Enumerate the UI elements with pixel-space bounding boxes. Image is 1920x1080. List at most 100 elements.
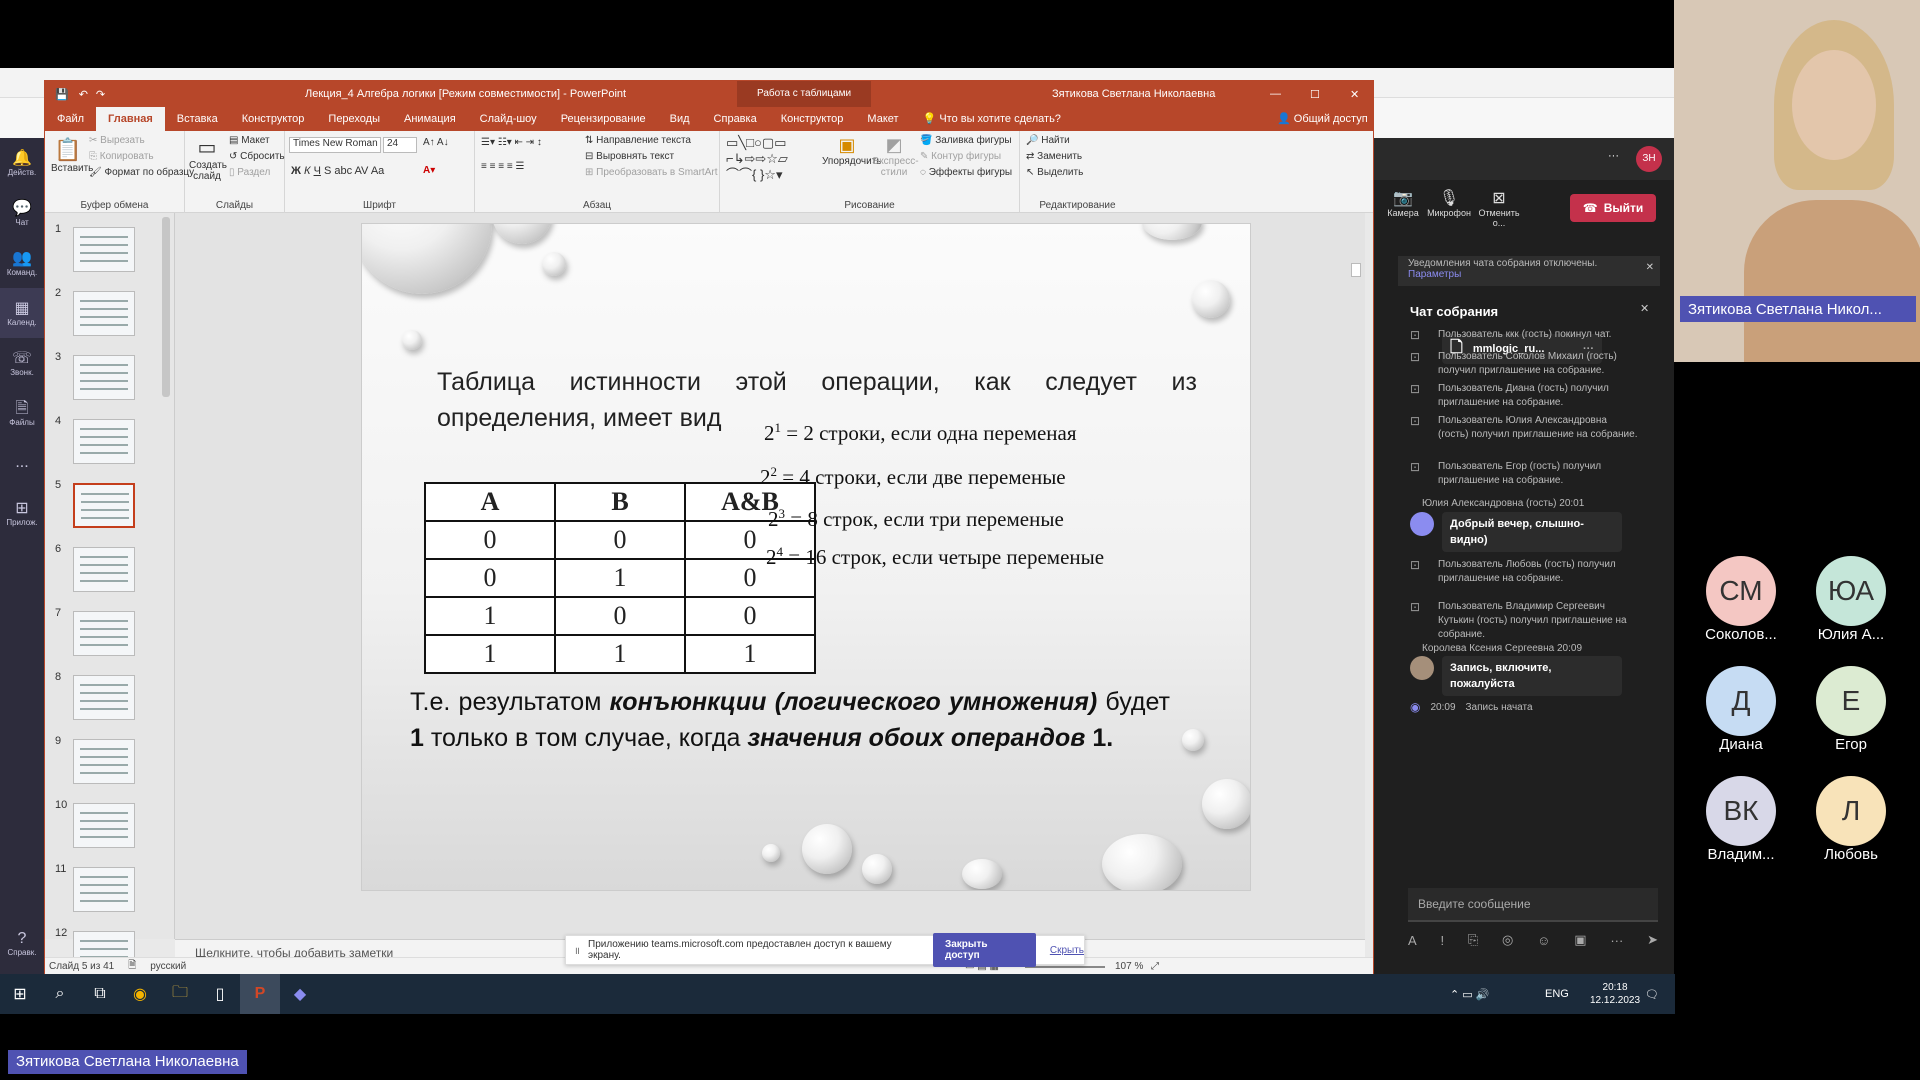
tab-home[interactable]: Главная: [96, 107, 165, 131]
redo-icon[interactable]: ↷: [96, 88, 105, 101]
more-options-icon[interactable]: ···: [1608, 150, 1619, 162]
participant-tile[interactable]: Д Диана: [1686, 666, 1796, 753]
tab-table-layout[interactable]: Макет: [855, 107, 910, 131]
message-input[interactable]: Введите сообщение: [1408, 888, 1658, 922]
emoji-icon[interactable]: ☺: [1537, 933, 1550, 948]
reset-button[interactable]: ↺ Сбросить: [229, 151, 285, 162]
new-slide-button[interactable]: ▭ Создать слайд: [189, 135, 227, 182]
rail-files[interactable]: 🗎 Файлы: [0, 388, 44, 438]
slide-conclusion-text[interactable]: Т.е. результатом конъюнкции (логического…: [410, 684, 1170, 756]
truth-table[interactable]: A B A&B 000010100111: [424, 482, 816, 674]
formula-line[interactable]: 23 = 8 строк, если три переменые: [768, 506, 1064, 532]
tab-help[interactable]: Справка: [702, 107, 769, 131]
slide-thumbnail[interactable]: [73, 803, 135, 848]
tell-me-search[interactable]: 💡 Что вы хотите сделать?: [911, 107, 1073, 131]
shape-effects-button[interactable]: ◌ Эффекты фигуры: [920, 167, 1012, 178]
rail-help[interactable]: ? Справк.: [0, 918, 44, 968]
zoom-slider[interactable]: [1025, 965, 1105, 968]
chat-message[interactable]: Добрый вечер, слышно-видно): [1442, 512, 1622, 552]
task-view-icon[interactable]: ⧉: [80, 974, 120, 1014]
participant-tile[interactable]: Л Любовь: [1796, 776, 1906, 863]
tab-insert[interactable]: Вставка: [165, 107, 230, 131]
shapes-gallery[interactable]: ▭╲□○▢▭ ⌐↳⇨⇨☆▱ ⌒⌒{ }☆▾: [726, 135, 818, 183]
table-cell[interactable]: 0: [554, 520, 686, 560]
share-button[interactable]: 👤 Общий доступ: [1265, 107, 1380, 131]
table-cell[interactable]: 0: [424, 520, 556, 560]
replace-button[interactable]: ⇄ Заменить: [1026, 151, 1082, 162]
font-color-icon[interactable]: A▾: [423, 165, 435, 176]
save-icon[interactable]: 💾: [55, 88, 69, 101]
table-cell[interactable]: 0: [684, 596, 816, 636]
windows-start-icon[interactable]: ⊞: [0, 974, 40, 1014]
clock[interactable]: 20:18 12.12.2023: [1590, 981, 1640, 1007]
close-icon[interactable]: ✕: [1350, 88, 1359, 101]
teams-icon[interactable]: ◆: [280, 974, 320, 1014]
text-direction-button[interactable]: ⇅ Направление текста: [585, 135, 691, 146]
chrome-icon[interactable]: ◉: [120, 974, 160, 1014]
priority-icon[interactable]: !: [1440, 933, 1444, 948]
participant-tile[interactable]: ЮА Юлия А...: [1796, 556, 1906, 643]
rail-calendar[interactable]: ▦ Календ.: [0, 288, 44, 338]
slide-thumbnail[interactable]: [73, 611, 135, 656]
settings-link[interactable]: Параметры: [1408, 269, 1650, 280]
send-icon[interactable]: ➤: [1647, 932, 1658, 948]
close-chat-icon[interactable]: ✕: [1640, 302, 1649, 315]
table-cell[interactable]: 0: [424, 558, 556, 598]
rail-more[interactable]: ...: [0, 438, 44, 488]
formula-line[interactable]: 24 = 16 строк, если четыре переменые: [766, 544, 1104, 570]
rail-activity[interactable]: 🔔 Действ.: [0, 138, 44, 188]
format-buttons[interactable]: Ж К Ч S abc AV Aa: [291, 165, 384, 177]
stop-share-button[interactable]: ⊠ Отменить о...: [1472, 188, 1526, 228]
chat-message[interactable]: Запись, включите, пожалуйста: [1442, 656, 1622, 696]
tab-animations[interactable]: Анимация: [392, 107, 468, 131]
slide-thumbnails[interactable]: 1 2 3 4 5 6 7 8 9 10 11 12: [45, 213, 175, 976]
rail-calls[interactable]: ☏ Звонк.: [0, 338, 44, 388]
tab-review[interactable]: Рецензирование: [549, 107, 658, 131]
table-header-b[interactable]: B: [554, 482, 686, 522]
thumbnail-scrollbar[interactable]: [162, 217, 170, 397]
layout-button[interactable]: ▤ Макет: [229, 135, 270, 146]
app-icon[interactable]: ▯: [200, 974, 240, 1014]
formula-line[interactable]: 21 = 2 строки, если одна переменая: [764, 420, 1077, 446]
slide-scrollbar[interactable]: [1351, 263, 1361, 277]
smartart-button[interactable]: ⊞ Преобразовать в SmartArt: [585, 167, 717, 178]
rail-chat[interactable]: 💬 Чат: [0, 188, 44, 238]
close-icon[interactable]: ✕: [1646, 262, 1654, 273]
stop-sharing-button[interactable]: Закрыть доступ: [932, 933, 1036, 967]
slide-thumbnail[interactable]: [73, 355, 135, 400]
tab-transitions[interactable]: Переходы: [316, 107, 392, 131]
font-size-select[interactable]: 24: [383, 137, 417, 153]
copy-button[interactable]: ⎘ Копировать: [89, 151, 154, 162]
table-cell[interactable]: 0: [554, 596, 686, 636]
slide-thumbnail[interactable]: [73, 227, 135, 272]
table-header-a[interactable]: A: [424, 482, 556, 522]
tab-view[interactable]: Вид: [658, 107, 702, 131]
rail-teams[interactable]: 👥 Команд.: [0, 238, 44, 288]
slide-thumbnail[interactable]: [73, 739, 135, 784]
gif-icon[interactable]: ▣: [1574, 932, 1586, 948]
attach-icon[interactable]: ⎘: [1468, 932, 1478, 948]
participant-tile[interactable]: ВК Владим...: [1686, 776, 1796, 863]
slide-thumbnail[interactable]: [73, 483, 135, 528]
rail-apps[interactable]: ⊞ Прилож.: [0, 488, 44, 538]
minimize-icon[interactable]: —: [1270, 88, 1281, 100]
participant-tile[interactable]: Е Егор: [1796, 666, 1906, 753]
tab-table-design[interactable]: Конструктор: [769, 107, 856, 131]
table-cell[interactable]: 1: [554, 634, 686, 674]
hide-banner-link[interactable]: Скрыть: [1050, 945, 1084, 956]
zoom-level[interactable]: 107 %: [1115, 961, 1143, 972]
slide-thumbnail[interactable]: [73, 419, 135, 464]
quick-styles-button[interactable]: ◩ Экспресс-стили: [872, 135, 919, 178]
spellcheck-icon[interactable]: 🗎: [128, 958, 136, 975]
language-indicator[interactable]: русский: [150, 961, 186, 972]
select-button[interactable]: ↖ Выделить: [1026, 167, 1083, 178]
shape-outline-button[interactable]: ✎ Контур фигуры: [920, 151, 1001, 162]
formula-line[interactable]: 22 = 4 строки, если две переменые: [760, 464, 1066, 490]
format-icon[interactable]: A: [1408, 933, 1417, 948]
slide-thumbnail[interactable]: [73, 675, 135, 720]
align-text-button[interactable]: ⊟ Выровнять текст: [585, 151, 674, 162]
table-cell[interactable]: 1: [424, 596, 556, 636]
slide-thumbnail[interactable]: [73, 867, 135, 912]
participant-tile[interactable]: СМ Соколов...: [1686, 556, 1796, 643]
shape-fill-button[interactable]: 🪣 Заливка фигуры: [920, 135, 1012, 146]
